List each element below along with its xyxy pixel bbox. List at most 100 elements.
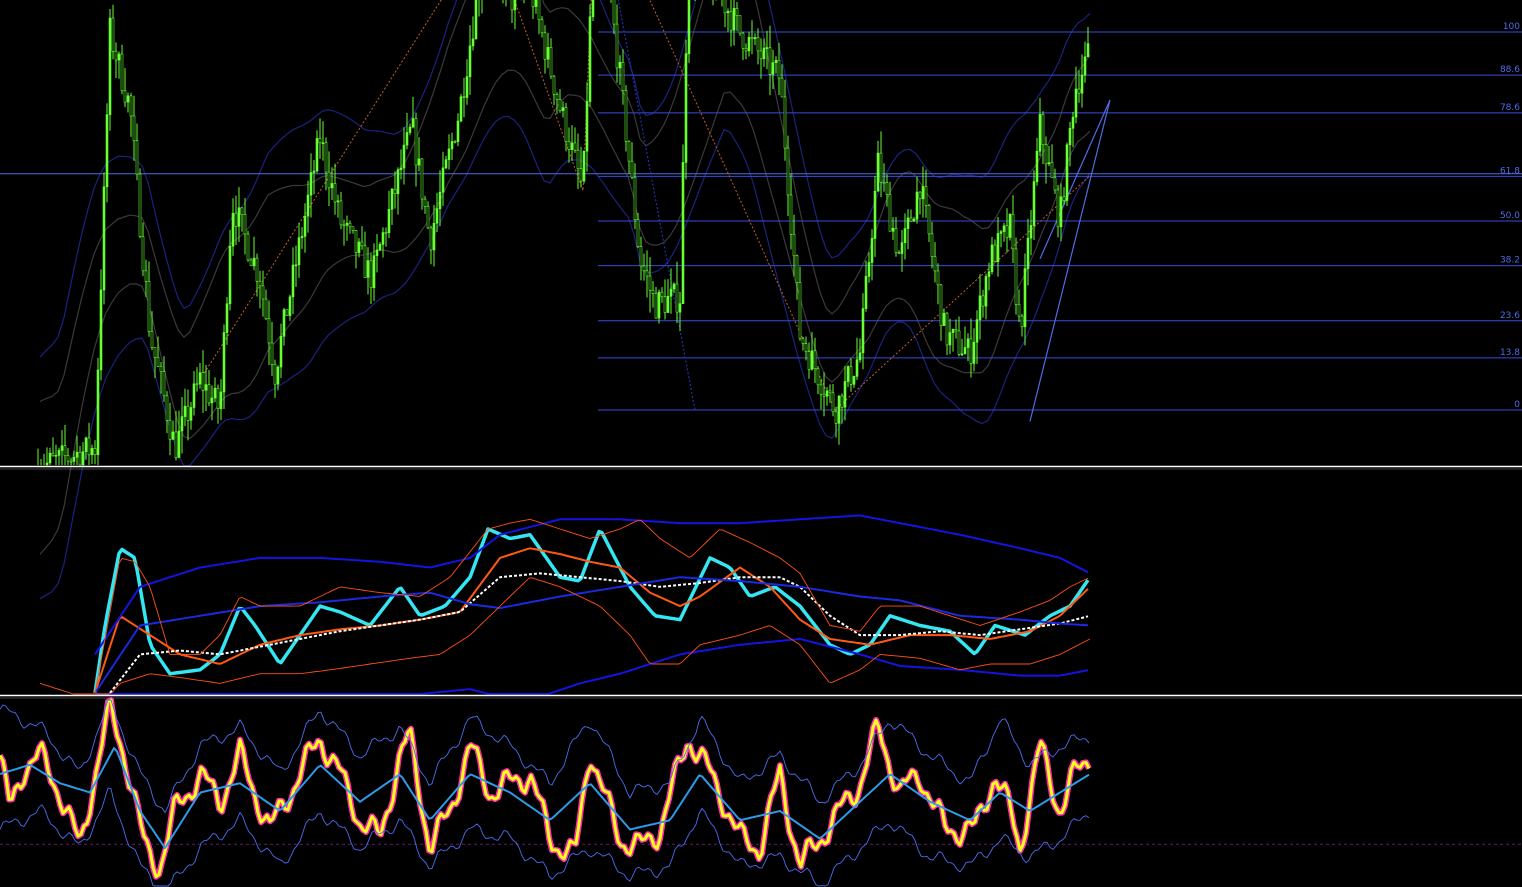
candle-body xyxy=(918,191,922,200)
candle-body xyxy=(1011,213,1015,250)
candle-body xyxy=(444,159,448,169)
candle-body xyxy=(333,183,337,203)
candle-body xyxy=(621,61,625,91)
candle-body xyxy=(66,455,70,462)
candle-body xyxy=(198,372,202,385)
candle-body xyxy=(375,249,379,256)
candle-body xyxy=(747,37,751,52)
candle-body xyxy=(576,149,580,170)
candle-body xyxy=(168,420,172,440)
candle-body xyxy=(387,209,391,233)
candle-body xyxy=(894,227,898,253)
candle-body xyxy=(429,227,433,251)
candle-body xyxy=(1002,225,1006,232)
candle-body xyxy=(732,7,736,31)
candle-body xyxy=(90,448,94,456)
candle-body xyxy=(741,32,745,49)
candle-body xyxy=(396,169,400,195)
fib-level-label: 100 xyxy=(1503,22,1520,32)
candle-body xyxy=(768,47,772,75)
candle-body xyxy=(54,455,58,457)
candle-body xyxy=(438,191,442,209)
candle-body xyxy=(270,342,274,365)
candle-body xyxy=(1086,43,1090,58)
candle-body xyxy=(1044,144,1048,165)
candle-body xyxy=(330,183,334,189)
candle-body xyxy=(861,308,865,354)
candle-body xyxy=(219,391,223,409)
candle-body xyxy=(882,181,886,184)
candle-body xyxy=(267,318,271,344)
candle-body xyxy=(657,291,661,319)
candle-body xyxy=(1041,114,1045,145)
candle-body xyxy=(186,405,190,421)
candle-body xyxy=(51,452,55,456)
candle-body xyxy=(579,168,583,182)
candle-body xyxy=(300,236,304,238)
candle-body xyxy=(129,95,133,117)
candle-body xyxy=(906,217,910,229)
candle-body xyxy=(123,90,127,103)
candle-body xyxy=(162,371,166,397)
candle-body xyxy=(258,280,262,287)
candle-body xyxy=(1032,181,1036,226)
candle-body xyxy=(138,173,142,237)
candle-body xyxy=(288,296,292,316)
candle-body xyxy=(93,448,97,455)
candle-body xyxy=(210,397,214,404)
candle-body xyxy=(45,462,49,466)
candle-body xyxy=(837,395,841,424)
candle-body xyxy=(105,114,109,188)
candle-body xyxy=(78,451,82,466)
candle-body xyxy=(510,0,514,11)
candle-body xyxy=(678,303,682,313)
candle-body xyxy=(192,383,196,408)
candle-body xyxy=(558,99,562,111)
candle-body xyxy=(1077,88,1081,94)
candle-body xyxy=(843,381,847,408)
candle-body xyxy=(132,115,136,142)
candle-body xyxy=(672,283,676,290)
candle-body xyxy=(423,198,427,207)
candle-body xyxy=(864,276,868,309)
candle-body xyxy=(792,233,796,257)
fib-level-label: 38.2 xyxy=(1500,256,1520,266)
candle-body xyxy=(1014,248,1018,305)
candle-body xyxy=(561,107,565,111)
candle-body xyxy=(243,214,247,235)
candle-body xyxy=(756,37,760,52)
candle-body xyxy=(933,256,937,272)
candle-body xyxy=(1053,177,1057,191)
candle-body xyxy=(384,232,388,234)
candle-body xyxy=(351,226,355,231)
candle-body xyxy=(432,222,436,251)
candle-body xyxy=(459,96,463,122)
candle-body xyxy=(360,241,364,247)
candle-body xyxy=(669,288,673,297)
candle-body xyxy=(810,350,814,370)
candle-body xyxy=(984,276,988,307)
candle-body xyxy=(183,405,187,417)
candle-body xyxy=(966,338,970,348)
candle-body xyxy=(726,11,730,14)
candle-body xyxy=(1074,88,1078,118)
fib-level-label: 0 xyxy=(1514,400,1520,410)
candle-body xyxy=(342,224,346,227)
candle-body xyxy=(759,50,763,60)
candle-body xyxy=(72,456,76,462)
candle-body xyxy=(996,233,1000,262)
candle-body xyxy=(723,0,727,14)
candle-body xyxy=(321,142,325,145)
candle-body xyxy=(582,150,586,182)
candle-body xyxy=(819,384,823,395)
candle-body xyxy=(900,242,904,254)
candle-body xyxy=(855,359,859,377)
candle-body xyxy=(357,241,361,253)
candle-body xyxy=(849,366,853,385)
candle-body xyxy=(390,188,394,210)
candle-body xyxy=(1050,162,1054,179)
candle-body xyxy=(147,281,151,332)
candle-body xyxy=(84,437,88,452)
candle-body xyxy=(531,0,535,7)
candle-body xyxy=(948,332,952,346)
